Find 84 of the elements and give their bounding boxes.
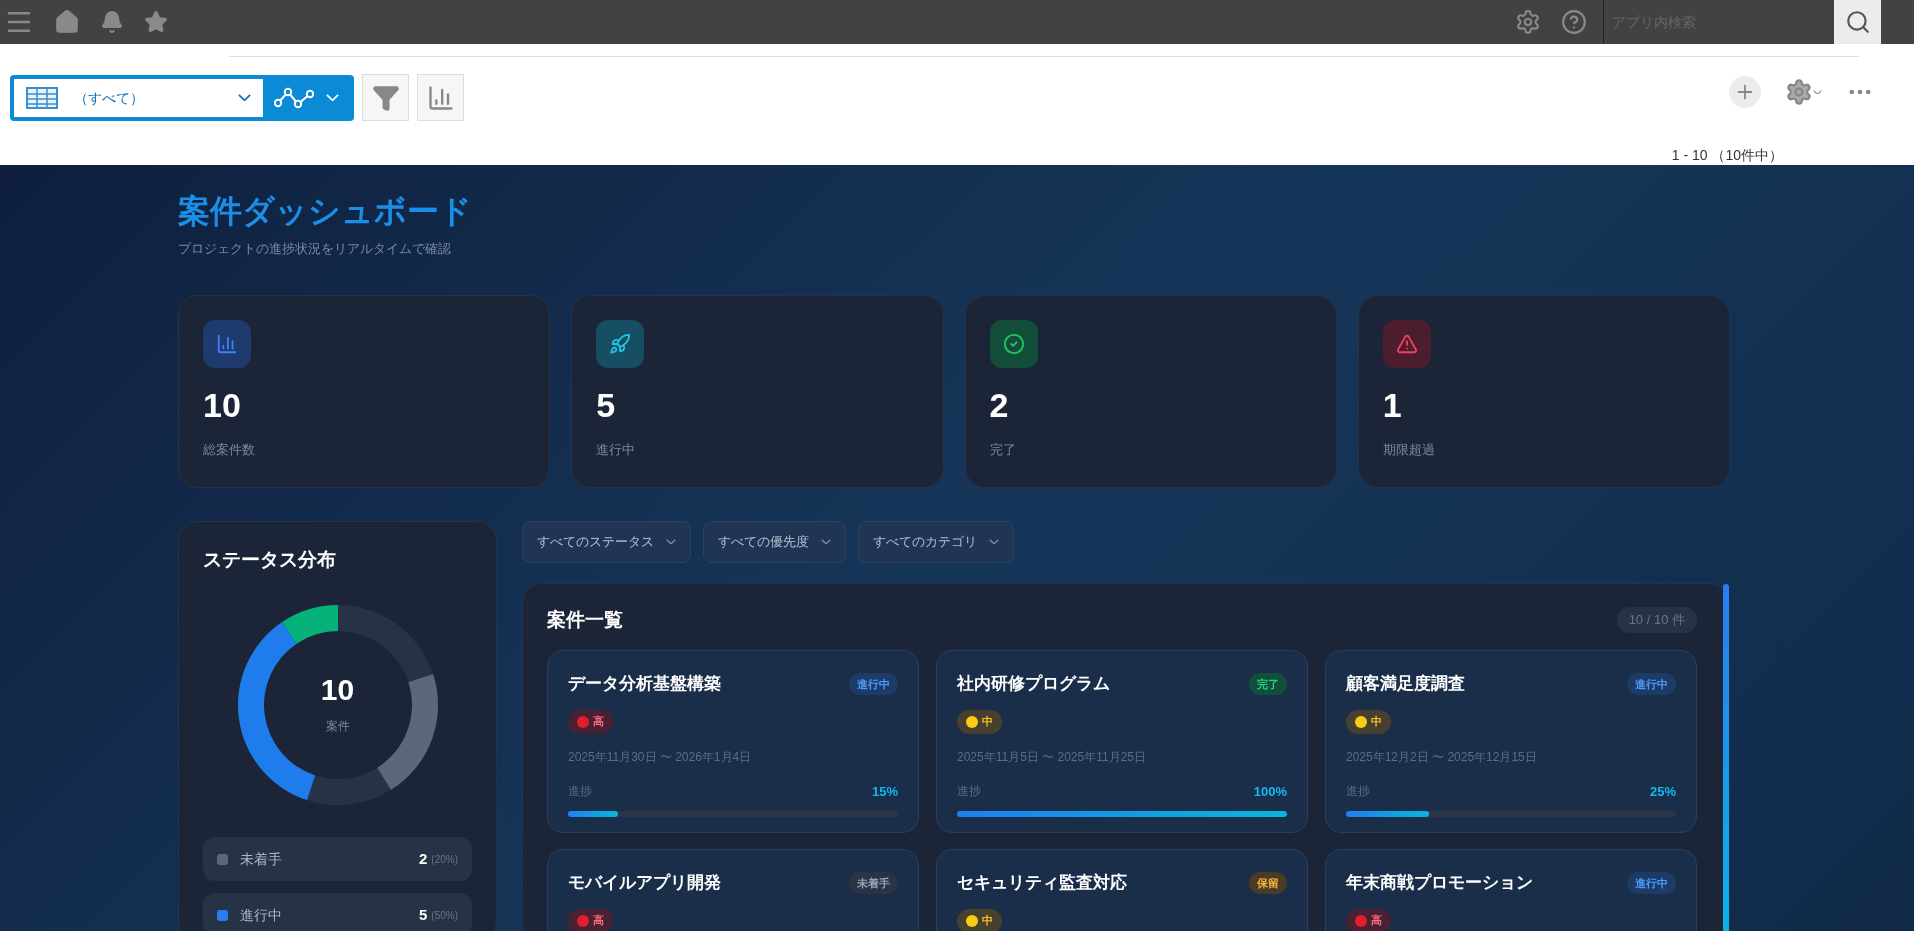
status-badge: 完了 xyxy=(1249,672,1287,695)
project-card[interactable]: モバイルアプリ開発 未着手 高 xyxy=(547,849,919,931)
project-card[interactable]: 年末商戦プロモーション 進行中 高 xyxy=(1325,849,1697,931)
project-name: 年末商戦プロモーション xyxy=(1346,872,1533,894)
stat-label: 期限超過 xyxy=(1382,440,1436,459)
status-badge: 保留 xyxy=(1249,871,1287,894)
stat-label: 進行中 xyxy=(596,440,637,459)
legend-count: 2 xyxy=(418,848,428,869)
project-card[interactable]: 顧客満足度調査 進行中 中 2025年12月2日 〜 2025年12月15日 進捗 25% xyxy=(1325,650,1697,833)
funnel-icon xyxy=(371,83,400,112)
project-card[interactable]: セキュリティ監査対応 保留 中 xyxy=(936,849,1308,931)
progress-label: 進捗 xyxy=(568,783,592,801)
project-name: 顧客満足度調査 xyxy=(1346,673,1465,695)
settings-icon[interactable] xyxy=(1515,9,1541,35)
home-icon[interactable] xyxy=(54,9,80,35)
panel-title: ステータス分布 xyxy=(203,547,337,572)
bar-chart-icon xyxy=(426,83,455,112)
chevron-down-icon xyxy=(666,538,676,545)
stat-label: 完了 xyxy=(989,440,1017,459)
stat-label: 総案件数 xyxy=(203,440,256,459)
dashboard-subtitle: プロジェクトの進捗状況をリアルタイムで確認 xyxy=(178,240,452,258)
count-badge: 10 / 10 件 xyxy=(1616,606,1697,633)
line-graph-icon xyxy=(274,86,314,109)
star-icon[interactable] xyxy=(144,10,168,34)
project-card[interactable]: データ分析基盤構築 進行中 高 2025年11月30日 〜 2026年1月4日 進捗 15% xyxy=(547,650,919,833)
progress-label: 進捗 xyxy=(957,783,981,801)
project-dates: 2025年12月2日 〜 2025年12月15日 xyxy=(1346,748,1538,766)
project-name: モバイルアプリ開発 xyxy=(568,872,721,894)
status-badge: 未着手 xyxy=(849,871,898,894)
settings-button[interactable] xyxy=(1785,78,1822,106)
legend-percent: (20%) xyxy=(431,852,458,867)
project-name: データ分析基盤構築 xyxy=(568,673,721,695)
filter-button[interactable] xyxy=(362,74,409,121)
filter-dropdown[interactable]: すべてのステータス xyxy=(522,520,691,563)
status-badge: 進行中 xyxy=(849,672,898,695)
legend-percent: (50%) xyxy=(431,908,458,923)
search-button[interactable] xyxy=(1834,0,1881,44)
priority-badge: 高 xyxy=(568,908,613,931)
priority-badge: 高 xyxy=(1346,908,1391,931)
filter-dropdown[interactable]: すべてのカテゴリ xyxy=(858,520,1014,563)
add-button[interactable] xyxy=(1729,76,1761,108)
project-name: 社内研修プログラム xyxy=(957,673,1110,695)
panel-title: 案件一覧 xyxy=(547,607,623,632)
chevron-down-icon xyxy=(326,93,339,102)
project-card[interactable]: 社内研修プログラム 完了 中 2025年11月5日 〜 2025年11月25日 進捗 100% xyxy=(936,650,1308,833)
status-badge: 進行中 xyxy=(1627,871,1676,894)
bell-icon[interactable] xyxy=(100,10,124,34)
warning-icon xyxy=(1382,319,1431,368)
stat-value: 1 xyxy=(1382,387,1403,422)
table-icon xyxy=(26,86,58,109)
chevron-down-icon xyxy=(989,538,999,545)
gear-icon xyxy=(1785,78,1813,106)
stat-value: 2 xyxy=(989,387,1010,422)
stat-value: 5 xyxy=(596,387,617,422)
search-icon xyxy=(1844,9,1871,35)
priority-badge: 中 xyxy=(957,908,1002,931)
bar-chart-icon xyxy=(203,319,251,368)
donut-center-value: 10 xyxy=(320,675,355,705)
dashboard-title: 案件ダッシュボード xyxy=(178,192,473,231)
chevron-down-icon xyxy=(1813,89,1822,95)
progress-percent: 25% xyxy=(1649,782,1676,801)
donut-center-label: 案件 xyxy=(325,718,350,735)
filter-dropdown[interactable]: すべての優先度 xyxy=(703,520,846,563)
chevron-down-icon xyxy=(238,93,251,102)
project-dates: 2025年11月30日 〜 2026年1月4日 xyxy=(568,748,753,766)
priority-badge: 中 xyxy=(1346,709,1391,734)
stat-value: 10 xyxy=(203,387,242,422)
legend-label: 進行中 xyxy=(240,905,283,925)
legend-count: 5 xyxy=(418,904,428,925)
rocket-icon xyxy=(596,319,645,368)
project-dates: 2025年11月5日 〜 2025年11月25日 xyxy=(957,748,1147,766)
view-select[interactable]: （すべて） xyxy=(14,78,263,117)
progress-percent: 15% xyxy=(871,782,898,801)
priority-badge: 中 xyxy=(957,709,1002,734)
help-icon[interactable] xyxy=(1561,9,1587,35)
record-range: 1 - 10 （10件中） xyxy=(1671,146,1783,165)
progress-label: 進捗 xyxy=(1346,783,1370,801)
project-name: セキュリティ監査対応 xyxy=(957,872,1127,894)
chevron-down-icon xyxy=(821,538,831,545)
priority-badge: 高 xyxy=(568,709,613,734)
status-badge: 進行中 xyxy=(1627,672,1676,695)
progress-percent: 100% xyxy=(1253,782,1287,801)
chart-button[interactable] xyxy=(417,74,464,121)
legend-label: 未着手 xyxy=(240,849,283,869)
